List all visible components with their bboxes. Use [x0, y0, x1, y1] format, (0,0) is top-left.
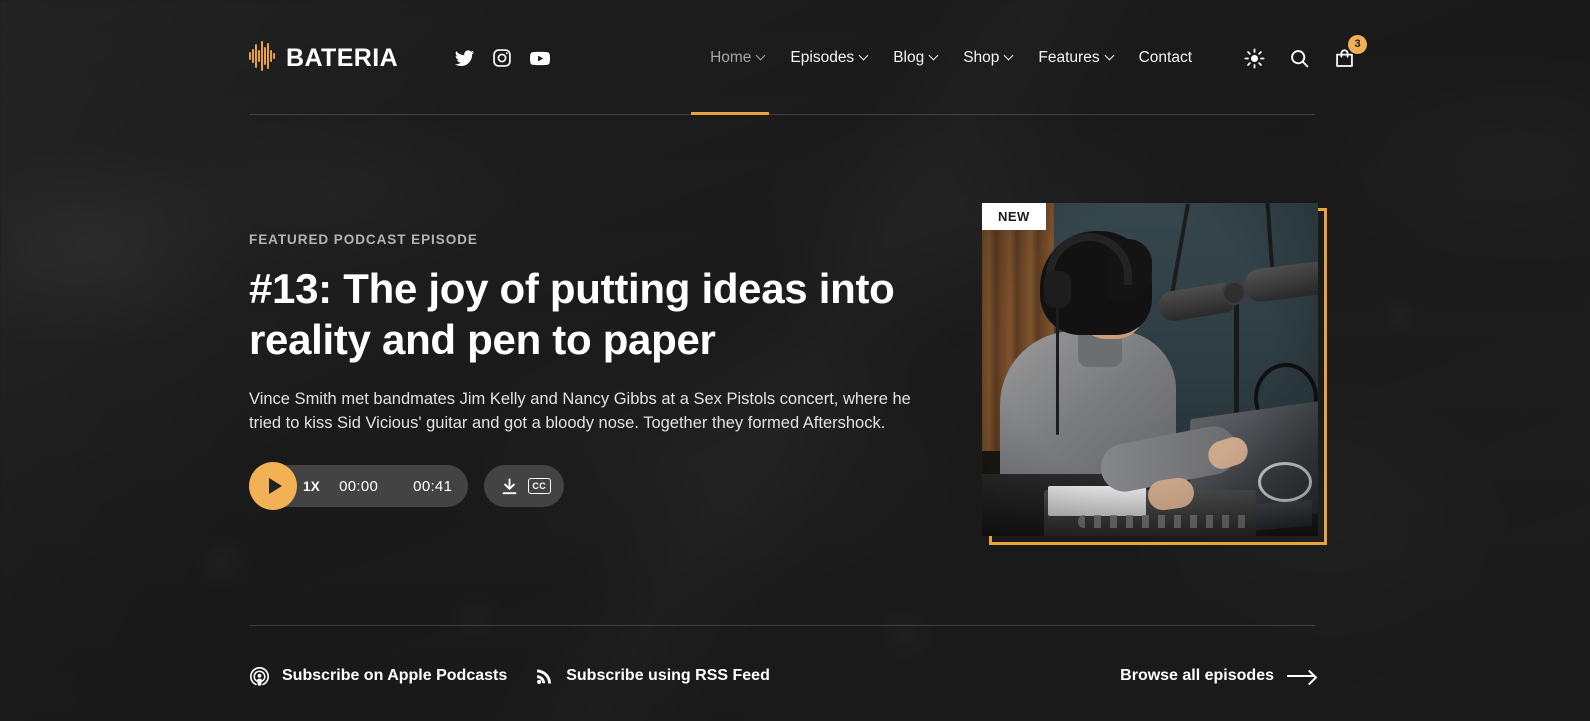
- audio-player: 1X 00:00 00:41 CC: [249, 462, 945, 510]
- subscribe-apple-podcasts-link[interactable]: Subscribe on Apple Podcasts: [249, 666, 507, 687]
- play-button[interactable]: [249, 462, 297, 510]
- episode-artwork-image: [982, 203, 1318, 536]
- waveform-equalizer-icon: [249, 40, 275, 76]
- nav-item-label: Features: [1038, 49, 1100, 66]
- current-time: 00:00: [339, 477, 379, 495]
- brand-name: BATERIA: [286, 43, 399, 72]
- nav-item-shop[interactable]: Shop: [963, 49, 1014, 67]
- nav-item-blog[interactable]: Blog: [893, 49, 939, 67]
- twitter-icon[interactable]: [453, 47, 475, 69]
- chevron-down-icon: [1104, 50, 1115, 60]
- episode-artwork[interactable]: NEW: [982, 203, 1327, 545]
- cart-count-badge: 3: [1348, 35, 1368, 54]
- subscribe-link-label: Subscribe using RSS Feed: [566, 667, 770, 684]
- nav-item-episodes[interactable]: Episodes: [790, 49, 869, 67]
- chevron-down-icon: [858, 50, 869, 60]
- nav-item-contact[interactable]: Contact: [1139, 49, 1192, 67]
- playback-speed-button[interactable]: 1X: [303, 479, 320, 494]
- play-icon: [268, 478, 282, 494]
- sun-icon[interactable]: [1242, 46, 1266, 70]
- social-links: [453, 47, 551, 69]
- podcast-homepage: BATERIA Home Episodes Blog Shop Features…: [0, 0, 1590, 721]
- subscribe-rss-link[interactable]: Subscribe using RSS Feed: [535, 667, 770, 686]
- duration-time: 00:41: [413, 477, 453, 495]
- nav-item-label: Home: [710, 49, 752, 66]
- status-badge: NEW: [982, 203, 1046, 230]
- nav-item-features[interactable]: Features: [1038, 49, 1115, 67]
- subscribe-footer: Subscribe on Apple Podcasts Subscribe us…: [249, 660, 1315, 692]
- shopping-bag-icon[interactable]: 3: [1332, 35, 1368, 70]
- captions-label: CC: [527, 478, 551, 494]
- apple-podcasts-icon: [249, 666, 270, 687]
- subscribe-link-label: Subscribe on Apple Podcasts: [282, 667, 508, 684]
- nav-item-label: Contact: [1138, 49, 1193, 66]
- chevron-down-icon: [755, 50, 766, 60]
- rss-icon: [535, 667, 554, 686]
- site-header: BATERIA Home Episodes Blog Shop Features…: [249, 30, 1368, 86]
- nav-item-label: Shop: [963, 49, 1000, 66]
- brand-logo[interactable]: BATERIA: [249, 40, 399, 76]
- active-nav-indicator: [691, 112, 769, 115]
- browse-link-label: Browse all episodes: [1120, 667, 1274, 684]
- nav-item-label: Episodes: [790, 49, 855, 66]
- page-title: #13: The joy of putting ideas into reali…: [249, 265, 895, 363]
- youtube-icon[interactable]: [529, 47, 551, 69]
- nav-item-label: Blog: [893, 49, 925, 66]
- chevron-down-icon: [1003, 50, 1014, 60]
- audio-player-tools: CC: [484, 465, 565, 507]
- header-bottom-rule: [249, 112, 1315, 115]
- episode-description: Vince Smith met bandmates Jim Kelly and …: [249, 390, 911, 432]
- nav-item-home[interactable]: Home: [710, 49, 766, 67]
- header-actions: 3: [1242, 35, 1368, 70]
- main-navigation: Home Episodes Blog Shop Features Contact: [710, 49, 1192, 67]
- chevron-down-icon: [928, 50, 939, 60]
- audio-player-main: 1X 00:00 00:41: [249, 462, 469, 510]
- browse-all-episodes-link[interactable]: Browse all episodes: [1120, 667, 1315, 685]
- search-icon[interactable]: [1287, 46, 1311, 70]
- studio-photo-illustration: [982, 203, 1318, 536]
- instagram-icon[interactable]: [491, 47, 513, 69]
- closed-captions-icon[interactable]: CC: [527, 474, 551, 498]
- arrow-right-icon: [1287, 675, 1315, 677]
- footer-divider: [249, 625, 1315, 626]
- download-icon[interactable]: [497, 474, 521, 498]
